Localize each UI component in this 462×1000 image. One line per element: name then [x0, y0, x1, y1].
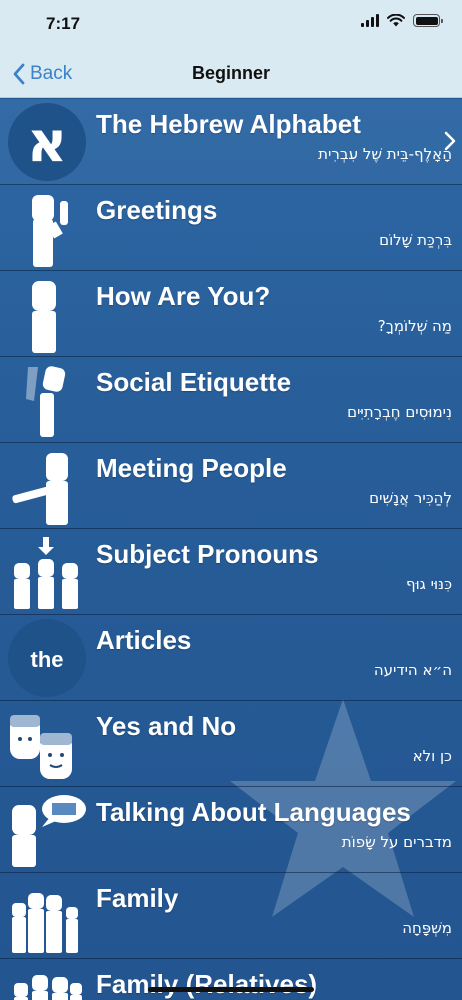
hebrew-letter-aleph-icon: א — [8, 103, 86, 181]
article-the-icon: the — [8, 619, 86, 697]
lesson-title: Meeting People — [96, 453, 287, 483]
lesson-subtitle: כִּנּוּי גוּף — [405, 575, 452, 593]
status-icons — [361, 14, 443, 27]
lesson-subtitle: מַה שְׁלוֹמְךָ? — [377, 317, 452, 335]
person-speech-bubble-icon — [12, 795, 86, 867]
lesson-subtitle: הָאָלֶף-בֵּית שֶׁל עִבְרִית — [318, 145, 452, 163]
lesson-row-social-etiquette[interactable]: Social Etiquette נִימוּסִים חֶבְרָתִיִּי… — [0, 357, 462, 443]
lesson-row-family[interactable]: Family מִשְׁפָּחָה — [0, 873, 462, 959]
lesson-row-how-are-you[interactable]: How Are You? מַה שְׁלוֹמְךָ? — [0, 271, 462, 357]
faces-nodding-icon — [10, 715, 72, 779]
lesson-row-yes-and-no[interactable]: Yes and No כן ולא — [0, 701, 462, 787]
lesson-subtitle: מדברים על שָׂפוֹת — [341, 833, 452, 851]
status-time: 7:17 — [46, 14, 81, 33]
lesson-title: Social Etiquette — [96, 367, 292, 397]
home-indicator — [148, 987, 314, 992]
lesson-subtitle: נִימוּסִים חֶבְרָתִיִּים — [347, 403, 452, 421]
chevron-right-icon — [444, 131, 456, 151]
battery-icon — [413, 14, 443, 27]
lesson-subtitle: ה״א הידיעה — [373, 661, 452, 679]
lesson-title: The Hebrew Alphabet — [96, 109, 361, 139]
lesson-title: Greetings — [96, 195, 218, 225]
lesson-row-greetings[interactable]: Greetings בִּרְכַּת שָׁלוֹם — [0, 185, 462, 271]
lesson-subtitle: לְהַכִּיר אֲנָשִׁים — [369, 489, 452, 507]
lesson-title: How Are You? — [96, 281, 271, 311]
navigation-header: 7:17 Back Beginner — [0, 0, 462, 98]
lesson-subtitle: כן ולא — [412, 747, 452, 765]
family-group-icon — [12, 893, 78, 953]
person-handshake-icon — [12, 453, 68, 525]
lesson-row-articles[interactable]: the Articles ה״א הידיעה — [0, 615, 462, 701]
lesson-title: Family — [96, 883, 179, 913]
lesson-list[interactable]: א The Hebrew Alphabet הָאָלֶף-בֵּית שֶׁל… — [0, 99, 462, 1000]
lesson-subtitle: מִשְׁפָּחָה — [402, 919, 452, 937]
lesson-title: Articles — [96, 625, 192, 655]
the-glyph: the — [31, 647, 64, 672]
lesson-row-subject-pronouns[interactable]: Subject Pronouns כִּנּוּי גוּף — [0, 529, 462, 615]
cellular-signal-icon — [361, 14, 379, 27]
wifi-icon — [387, 14, 405, 27]
page-title: Beginner — [191, 63, 270, 83]
lesson-subtitle: בִּרְכַּת שָׁלוֹם — [379, 231, 452, 249]
people-pointer-icon — [14, 537, 78, 609]
person-standing-icon — [32, 281, 56, 353]
lesson-title: Subject Pronouns — [96, 539, 319, 569]
lesson-title: Yes and No — [96, 711, 237, 741]
lesson-row-family-relatives[interactable]: Family (Relatives) — [0, 959, 462, 1000]
person-waving-icon — [32, 195, 68, 267]
lesson-row-hebrew-alphabet[interactable]: א The Hebrew Alphabet הָאָלֶף-בֵּית שֶׁל… — [0, 99, 462, 185]
family-relatives-icon — [14, 975, 82, 1000]
lesson-title: Family (Relatives) — [96, 969, 318, 999]
lesson-row-meeting-people[interactable]: Meeting People לְהַכִּיר אֲנָשִׁים — [0, 443, 462, 529]
lesson-row-talking-about-languages[interactable]: Talking About Languages מדברים על שָׂפוֹ… — [0, 787, 462, 873]
aleph-glyph: א — [27, 110, 68, 175]
person-bowing-icon — [26, 366, 66, 437]
lesson-title: Talking About Languages — [96, 797, 411, 827]
